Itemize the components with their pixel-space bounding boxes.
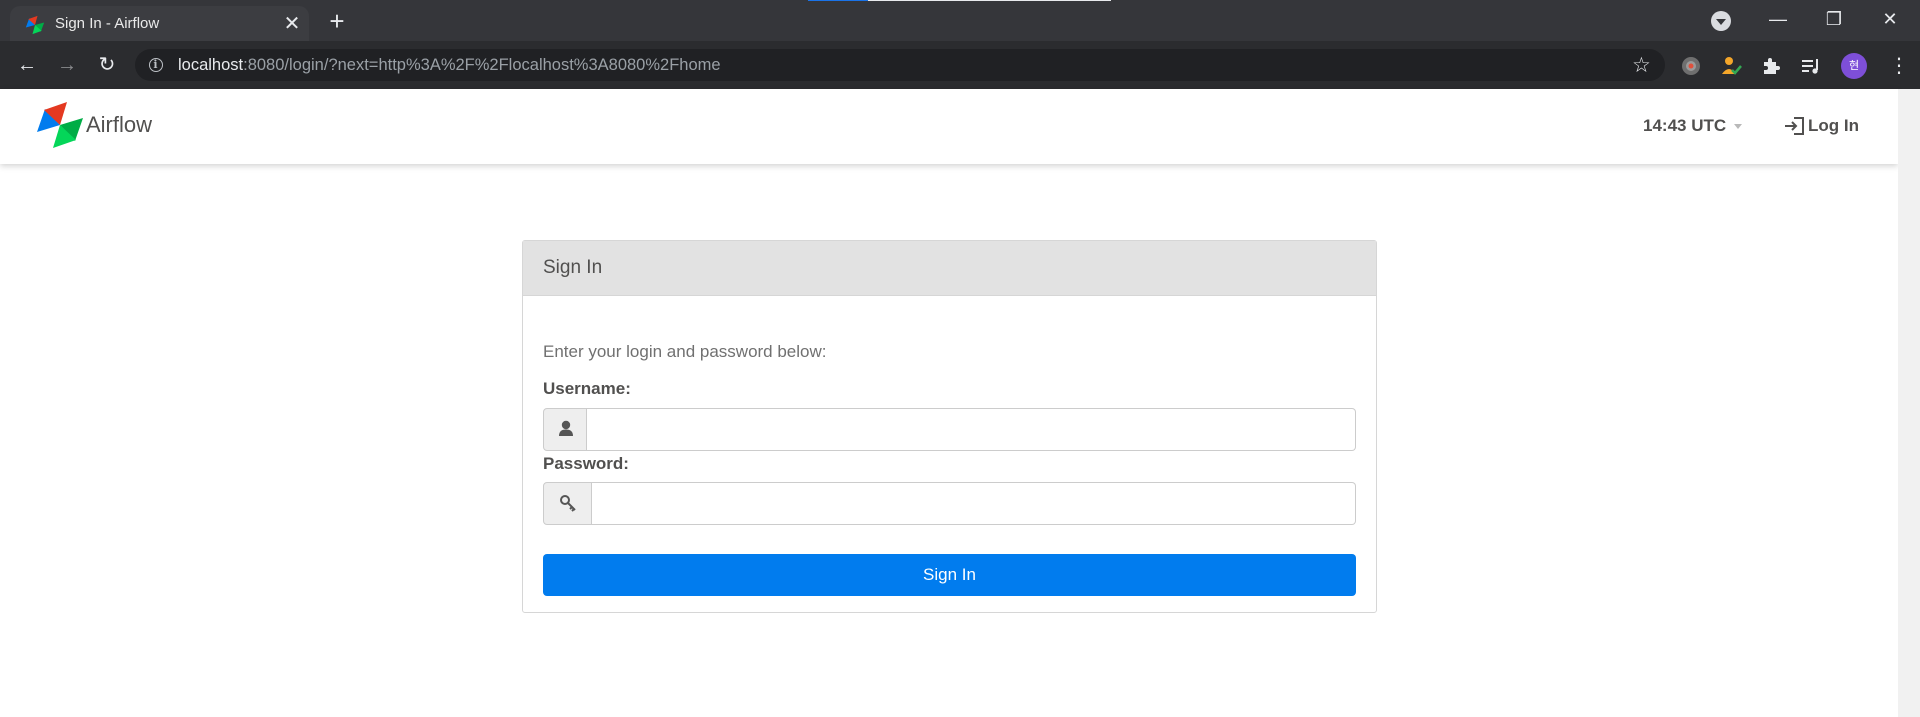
browser-menu-icon[interactable]: ⋮	[1889, 53, 1909, 78]
password-addon	[543, 482, 592, 525]
sign-in-icon	[1785, 117, 1804, 135]
media-queue-icon[interactable]	[1800, 55, 1822, 77]
forward-button[interactable]: →	[55, 53, 79, 77]
login-label: Log In	[1808, 116, 1859, 135]
new-tab-button[interactable]: +	[323, 8, 351, 36]
login-instructions: Enter your login and password below:	[543, 342, 827, 361]
back-button[interactable]: ←	[15, 53, 39, 77]
url-path: :8080/login/?next=http%3A%2F%2Flocalhost…	[243, 56, 721, 74]
profile-avatar[interactable]: 현	[1841, 53, 1867, 79]
airflow-page: Airflow 14:43 UTC Log In Sign In Enter y…	[0, 89, 1898, 717]
caret-down-icon	[1734, 124, 1743, 130]
page-scrollbar[interactable]	[1898, 89, 1920, 717]
tab-strip-accent	[808, 0, 868, 1]
panel-heading: Sign In	[523, 241, 1376, 296]
utc-clock-dropdown[interactable]: 14:43 UTC	[1643, 116, 1743, 136]
sign-in-button[interactable]: Sign In	[543, 554, 1356, 596]
username-label: Username:	[543, 379, 631, 398]
tab-search-icon[interactable]	[1711, 11, 1731, 31]
password-label: Password:	[543, 454, 629, 473]
browser-toolbar: ← → ↻ localhost:8080/login/?next=http%3A…	[0, 41, 1920, 89]
url-host: localhost	[178, 56, 244, 74]
airflow-navbar: Airflow 14:43 UTC Log In	[0, 89, 1898, 164]
password-input-group	[543, 482, 1356, 525]
airflow-favicon-icon	[25, 15, 45, 35]
site-info-icon[interactable]	[149, 58, 163, 72]
username-addon	[543, 408, 587, 451]
login-panel: Sign In Enter your login and password be…	[522, 240, 1377, 613]
key-icon	[560, 495, 576, 512]
password-input[interactable]	[592, 482, 1356, 525]
airflow-pinwheel-logo-icon	[37, 102, 83, 148]
address-bar[interactable]: localhost:8080/login/?next=http%3A%2F%2F…	[135, 49, 1665, 81]
clock-text: 14:43 UTC	[1643, 116, 1727, 135]
url-text[interactable]: localhost:8080/login/?next=http%3A%2F%2F…	[178, 56, 721, 75]
extension-record-icon[interactable]	[1680, 55, 1702, 77]
reload-button[interactable]: ↻	[95, 53, 119, 77]
tab-strip-highlight	[868, 0, 1111, 1]
extensions-puzzle-icon[interactable]	[1760, 55, 1782, 77]
restore-button[interactable]: ❐	[1806, 0, 1862, 41]
browser-tab-strip: Sign In - Airflow ✕ + — ❐ ✕	[0, 0, 1920, 41]
username-input-group	[543, 408, 1356, 451]
username-input[interactable]	[587, 408, 1356, 451]
tab-close-icon[interactable]: ✕	[281, 13, 303, 35]
minimize-button[interactable]: —	[1750, 0, 1806, 41]
extension-person-check-icon[interactable]	[1720, 55, 1742, 77]
window-close-button[interactable]: ✕	[1862, 0, 1918, 41]
panel-title: Sign In	[543, 257, 603, 278]
brand-name: Airflow	[86, 112, 153, 137]
browser-tab-active[interactable]: Sign In - Airflow ✕	[10, 6, 309, 41]
bookmark-star-icon[interactable]: ☆	[1632, 53, 1651, 78]
user-icon	[559, 420, 573, 436]
tab-title: Sign In - Airflow	[55, 15, 160, 32]
